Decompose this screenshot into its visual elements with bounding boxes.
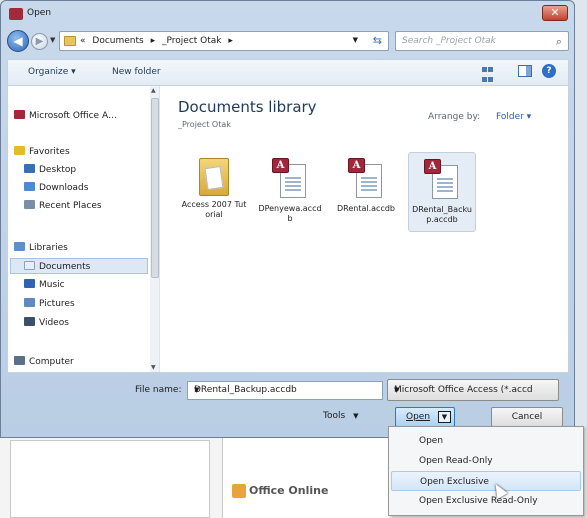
- office-online-logo: Office Online: [232, 484, 328, 498]
- nav-item-pictures[interactable]: Pictures: [24, 296, 75, 312]
- arrange-by-dropdown[interactable]: Folder ▾: [496, 112, 531, 122]
- file-name: DRental_Backup.accdb: [412, 205, 472, 224]
- help-icon[interactable]: ?: [542, 64, 556, 78]
- tools-button[interactable]: Tools ▼: [323, 411, 359, 421]
- navigation-row: ◀ ▶ ▼ « Documents ▸ _Project Otak ▸ ▼ ⇆ …: [7, 29, 569, 55]
- nav-item-documents[interactable]: Documents: [10, 258, 148, 274]
- scroll-down-icon[interactable]: ▼: [151, 364, 156, 371]
- documents-icon: [24, 261, 35, 270]
- breadcrumb-separator[interactable]: ▸: [151, 36, 156, 46]
- arrange-by-label: Arrange by:: [428, 112, 481, 122]
- nav-item-downloads[interactable]: Downloads: [24, 180, 88, 196]
- nav-scrollbar[interactable]: ▲ ▼: [150, 86, 159, 372]
- nav-item-computer[interactable]: Computer: [14, 354, 74, 370]
- pictures-icon: [24, 298, 35, 307]
- chevron-down-icon: ▼: [394, 386, 400, 394]
- nav-item-favorites[interactable]: Favorites: [14, 144, 70, 160]
- access-database-icon: A: [348, 158, 384, 200]
- scrollbar-thumb[interactable]: [151, 98, 159, 278]
- background-panel-middle: [222, 430, 392, 518]
- breadcrumb: « Documents ▸ _Project Otak ▸: [80, 36, 237, 46]
- close-button[interactable]: ✕: [542, 5, 568, 21]
- menu-item-open-exclusive[interactable]: Open Exclusive: [391, 471, 581, 491]
- library-subtitle: _Project Otak: [178, 120, 231, 129]
- file-type-select[interactable]: Microsoft Office Access (*.accd ▼: [387, 379, 559, 401]
- address-bar[interactable]: « Documents ▸ _Project Otak ▸ ▼ ⇆: [59, 31, 389, 51]
- folder-icon: [199, 158, 229, 196]
- preview-pane-icon[interactable]: [518, 65, 532, 77]
- open-options-chevron-icon[interactable]: ▼: [438, 411, 451, 423]
- open-button[interactable]: Open ▼: [395, 407, 455, 427]
- dialog-footer: File name: DRental_Backup.accdb ▼ Micros…: [7, 373, 569, 433]
- open-options-menu: Open Open Read-Only Open Exclusive Open …: [388, 426, 584, 516]
- nav-item-microsoft-office-access[interactable]: Microsoft Office A…: [14, 108, 117, 124]
- search-placeholder: Search _Project Otak: [402, 36, 496, 46]
- file-name: DPenyewa.accdb: [258, 204, 322, 223]
- desktop-icon: [24, 164, 35, 173]
- file-item-access-2007-tutorial[interactable]: Access 2007 Tutorial: [180, 152, 248, 232]
- search-input[interactable]: Search _Project Otak ⌕: [395, 31, 569, 51]
- nav-item-libraries[interactable]: Libraries: [14, 240, 68, 256]
- dialog-body: Microsoft Office A… Favorites Desktop Do…: [7, 85, 569, 373]
- background-panel-left: [10, 440, 210, 518]
- open-button-label: Open: [406, 412, 431, 422]
- breadcrumb-overflow[interactable]: «: [80, 36, 86, 46]
- libraries-icon: [14, 242, 25, 251]
- refresh-icon[interactable]: ⇆: [373, 34, 382, 47]
- file-item-dpenyewa[interactable]: A DPenyewa.accdb: [256, 152, 324, 232]
- office-logo-icon: [232, 484, 246, 498]
- library-title: Documents library: [178, 98, 317, 116]
- window-title: Open: [27, 8, 52, 18]
- computer-icon: [14, 356, 25, 365]
- menu-item-open-read-only[interactable]: Open Read-Only: [391, 451, 581, 471]
- recent-places-icon: [24, 200, 35, 209]
- file-name-label: File name:: [135, 385, 182, 395]
- recent-locations-dropdown[interactable]: ▼: [50, 36, 55, 44]
- views-icon[interactable]: [482, 66, 504, 82]
- nav-item-music[interactable]: Music: [24, 277, 65, 293]
- folder-icon: [64, 36, 76, 46]
- nav-item-desktop[interactable]: Desktop: [24, 162, 76, 178]
- menu-item-open-exclusive-read-only[interactable]: Open Exclusive Read-Only: [391, 491, 581, 511]
- title-bar: Open ✕: [1, 1, 574, 27]
- access-icon: [14, 110, 25, 119]
- new-folder-button[interactable]: New folder: [112, 67, 161, 77]
- breadcrumb-documents[interactable]: Documents: [92, 36, 143, 46]
- file-name-field[interactable]: DRental_Backup.accdb ▼: [187, 381, 383, 400]
- scroll-up-icon[interactable]: ▲: [151, 87, 156, 94]
- file-name: Access 2007 Tutorial: [181, 200, 247, 219]
- file-name: DRental.accdb: [336, 204, 395, 213]
- file-item-drental[interactable]: A DRental.accdb: [332, 152, 400, 232]
- forward-button[interactable]: ▶: [31, 33, 48, 50]
- star-icon: [14, 146, 25, 155]
- search-icon[interactable]: ⌕: [556, 35, 562, 49]
- videos-icon: [24, 317, 35, 326]
- breadcrumb-project-otak[interactable]: _Project Otak: [162, 36, 222, 46]
- chevron-down-icon[interactable]: ▼: [194, 386, 377, 394]
- navigation-pane: Microsoft Office A… Favorites Desktop Do…: [8, 86, 160, 372]
- command-toolbar: Organize ▾ New folder ?: [7, 59, 569, 85]
- access-database-icon: A: [424, 159, 460, 201]
- access-icon: [9, 8, 23, 20]
- menu-item-open[interactable]: Open: [391, 431, 581, 451]
- file-list-area: Documents library _Project Otak Arrange …: [166, 86, 566, 372]
- access-database-icon: A: [272, 158, 308, 200]
- breadcrumb-separator[interactable]: ▸: [228, 36, 233, 46]
- file-item-drental-backup[interactable]: A DRental_Backup.accdb: [408, 152, 476, 232]
- chevron-down-icon[interactable]: ▼: [353, 36, 358, 44]
- music-icon: [24, 279, 35, 288]
- open-dialog: Open ✕ ◀ ▶ ▼ « Documents ▸ _Project Otak…: [0, 0, 575, 438]
- downloads-icon: [24, 182, 35, 191]
- chevron-down-icon: ▼: [353, 412, 359, 420]
- back-button[interactable]: ◀: [7, 30, 29, 52]
- nav-item-recent-places[interactable]: Recent Places: [24, 198, 102, 214]
- organize-button[interactable]: Organize ▾: [28, 67, 76, 77]
- nav-item-videos[interactable]: Videos: [24, 315, 69, 331]
- cancel-button[interactable]: Cancel: [491, 407, 563, 427]
